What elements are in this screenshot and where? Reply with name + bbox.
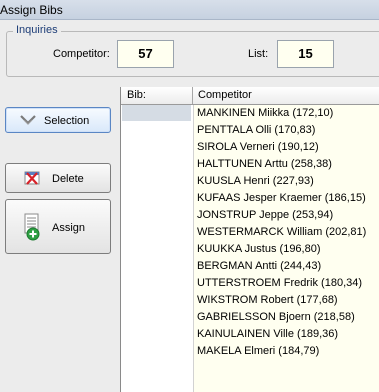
window-title: Assign Bibs: [0, 3, 63, 17]
assign-button[interactable]: Assign: [5, 199, 111, 254]
bib-column: [121, 105, 194, 392]
column-header-bib[interactable]: Bib:: [127, 89, 146, 101]
table-row[interactable]: WESTERMARCK William (202,81): [194, 224, 379, 241]
delete-x-icon: [24, 170, 40, 189]
window-titlebar: Assign Bibs: [0, 0, 379, 20]
table-row[interactable]: KUUSLA Henri (227,93): [194, 173, 379, 190]
table-row[interactable]: GABRIELSSON Bjoern (218,58): [194, 309, 379, 326]
table-row[interactable]: KAINULAINEN Ville (189,36): [194, 326, 379, 343]
competitor-count-value: 57: [117, 40, 174, 68]
inquiries-legend: Inquiries: [13, 24, 61, 36]
grid-header: Bib: Competitor: [121, 87, 379, 105]
competitor-rows: MANKINEN Miikka (172,10) PENTTALA Olli (…: [194, 105, 379, 360]
delete-button[interactable]: Delete: [5, 163, 111, 193]
table-row[interactable]: WIKSTROM Robert (177,68): [194, 292, 379, 309]
table-row[interactable]: MANKINEN Miikka (172,10): [194, 105, 379, 122]
table-row[interactable]: HALTTUNEN Arttu (258,38): [194, 156, 379, 173]
table-row[interactable]: BERGMAN Antti (244,43): [194, 258, 379, 275]
selection-button-label: Selection: [44, 115, 90, 127]
delete-button-label: Delete: [52, 173, 84, 185]
table-row[interactable]: JONSTRUP Jeppe (253,94): [194, 207, 379, 224]
column-separator[interactable]: [192, 87, 193, 104]
assign-document-icon: [24, 213, 42, 244]
chevron-down-icon: [20, 115, 36, 130]
table-row[interactable]: KUFAAS Jesper Kraemer (186,15): [194, 190, 379, 207]
table-row[interactable]: SIROLA Verneri (190,12): [194, 139, 379, 156]
table-row[interactable]: UTTERSTROEM Fredrik (180,34): [194, 275, 379, 292]
selection-button[interactable]: Selection: [5, 107, 111, 133]
list-count-label: List:: [248, 48, 269, 60]
competitor-grid[interactable]: Bib: Competitor MANKINEN Miikka (172,10)…: [120, 87, 379, 392]
bib-cell-selected[interactable]: [122, 105, 191, 121]
table-row[interactable]: KUUKKA Justus (196,80): [194, 241, 379, 258]
column-header-competitor[interactable]: Competitor: [198, 89, 252, 101]
list-count-value: 15: [277, 40, 334, 68]
assign-button-label: Assign: [52, 222, 86, 234]
table-row[interactable]: MAKELA Elmeri (184,79): [194, 343, 379, 360]
competitor-count-label: Competitor:: [53, 48, 110, 60]
table-row[interactable]: PENTTALA Olli (170,83): [194, 122, 379, 139]
